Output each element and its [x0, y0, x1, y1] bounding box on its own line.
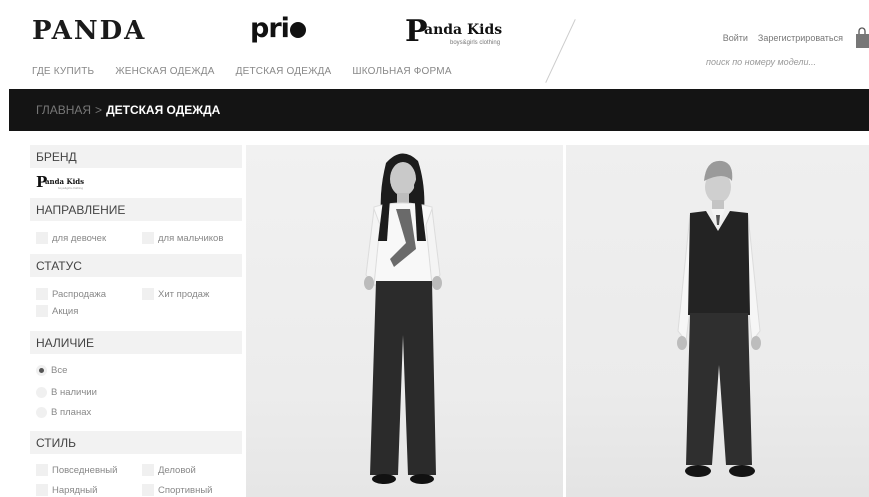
product-card-girl[interactable] [246, 145, 563, 497]
nav-school-uniform[interactable]: ШКОЛЬНАЯ ФОРМА [352, 66, 451, 77]
filter-option-label: Акция [52, 305, 79, 317]
filter-option-label: Спортивный [158, 484, 213, 496]
filter-option-business[interactable]: Деловой [142, 464, 196, 476]
panda-logo[interactable]: PANDA [32, 16, 146, 46]
breadcrumb-current: ДЕТСКАЯ ОДЕЖДА [106, 103, 221, 117]
filter-direction-title: НАПРАВЛЕНИЕ [36, 203, 126, 217]
register-link[interactable]: Зарегистрироваться [758, 33, 843, 43]
model-search-input[interactable] [706, 53, 850, 71]
radio-button-selected[interactable] [36, 365, 47, 376]
filter-option-label: Повседневный [52, 464, 118, 476]
radio-button[interactable] [36, 387, 47, 398]
filter-option-casual[interactable]: Повседневный [36, 464, 117, 476]
checkbox[interactable] [36, 288, 48, 300]
filter-brand-title: БРЕНД [36, 150, 77, 164]
filter-option-in-stock[interactable]: В наличии [36, 387, 97, 398]
nav-women-clothing[interactable]: ЖЕНСКАЯ ОДЕЖДА [115, 66, 214, 77]
panda-kids-logo[interactable]: P anda Kids boys&girls clothing [405, 17, 517, 51]
checkbox[interactable] [142, 464, 154, 476]
filter-option-boys[interactable]: для мальчиков [142, 232, 223, 244]
breadcrumb-home-link[interactable]: ГЛАВНАЯ [36, 103, 91, 117]
prio-logo-text: pri [250, 13, 290, 44]
filter-option-planned[interactable]: В планах [36, 407, 91, 418]
nav-where-to-buy[interactable]: ГДЕ КУПИТЬ [32, 66, 94, 77]
filter-option-sale[interactable]: Распродажа [36, 288, 106, 300]
prio-logo[interactable]: pri [250, 13, 306, 44]
filter-availability-title: НАЛИЧИЕ [36, 336, 95, 350]
checkbox[interactable] [142, 484, 154, 496]
checkbox[interactable] [142, 288, 154, 300]
top-nav: ГДЕ КУПИТЬ ЖЕНСКАЯ ОДЕЖДА ДЕТСКАЯ ОДЕЖДА… [32, 66, 452, 77]
filter-option-label: Распродажа [52, 288, 107, 300]
brand-logo-sub: boys&girls clothing [58, 186, 84, 190]
brand-panda-kids-logo[interactable]: P anda Kids boys&girls clothing [36, 174, 106, 192]
filter-option-label: В наличии [51, 387, 97, 398]
filter-availability-header: НАЛИЧИЕ [30, 331, 242, 354]
header-divider [545, 19, 576, 83]
filter-status-header: СТАТУС [30, 254, 242, 277]
filter-option-all[interactable]: Все [36, 365, 67, 376]
filter-option-label: для мальчиков [158, 232, 224, 244]
breadcrumb-separator: > [95, 103, 103, 117]
girl-school-uniform-photo [364, 153, 442, 484]
boy-school-uniform-photo [677, 160, 761, 477]
filter-style-title: СТИЛЬ [36, 436, 76, 450]
filter-option-label: В планах [51, 407, 92, 418]
site-header: PANDA pri P anda Kids boys&girls clothin… [0, 0, 869, 88]
filter-option-label: для девочек [52, 232, 107, 244]
filter-option-label: Деловой [158, 464, 196, 476]
filter-option-formal[interactable]: Нарядный [36, 484, 97, 496]
breadcrumb-bar: ГЛАВНАЯ > ДЕТСКАЯ ОДЕЖДА [9, 89, 869, 131]
checkbox[interactable] [36, 305, 48, 317]
checkbox[interactable] [36, 484, 48, 496]
filter-option-promo[interactable]: Акция [36, 305, 78, 317]
brand-logo-text: anda Kids [45, 177, 85, 186]
checkbox[interactable] [142, 232, 154, 244]
filter-option-hit[interactable]: Хит продаж [142, 288, 209, 300]
filter-option-label: Все [51, 365, 68, 376]
filter-option-label: Нарядный [52, 484, 98, 496]
auth-links: Войти Зарегистрироваться [723, 33, 843, 43]
filter-style-header: СТИЛЬ [30, 431, 242, 454]
prio-logo-dot [289, 22, 306, 38]
radio-button[interactable] [36, 407, 47, 418]
nav-kids-clothing[interactable]: ДЕТСКАЯ ОДЕЖДА [236, 66, 332, 77]
filter-option-label: Хит продаж [158, 288, 210, 300]
filter-brand-header: БРЕНД [30, 145, 242, 168]
filter-direction-header: НАПРАВЛЕНИЕ [30, 198, 242, 221]
shopping-bag-icon[interactable] [855, 27, 869, 49]
login-link[interactable]: Войти [723, 33, 748, 43]
filter-status-title: СТАТУС [36, 259, 82, 273]
filter-option-sport[interactable]: Спортивный [142, 484, 212, 496]
filter-sidebar: БРЕНД P anda Kids boys&girls clothing НА… [30, 145, 242, 497]
product-card-boy[interactable] [566, 145, 869, 497]
breadcrumb: ГЛАВНАЯ > ДЕТСКАЯ ОДЕЖДА [36, 103, 220, 117]
checkbox[interactable] [36, 232, 48, 244]
panda-kids-logo-text: anda Kids [424, 22, 503, 38]
checkbox[interactable] [36, 464, 48, 476]
filter-option-girls[interactable]: для девочек [36, 232, 106, 244]
panda-kids-logo-sub: boys&girls clothing [450, 40, 501, 46]
